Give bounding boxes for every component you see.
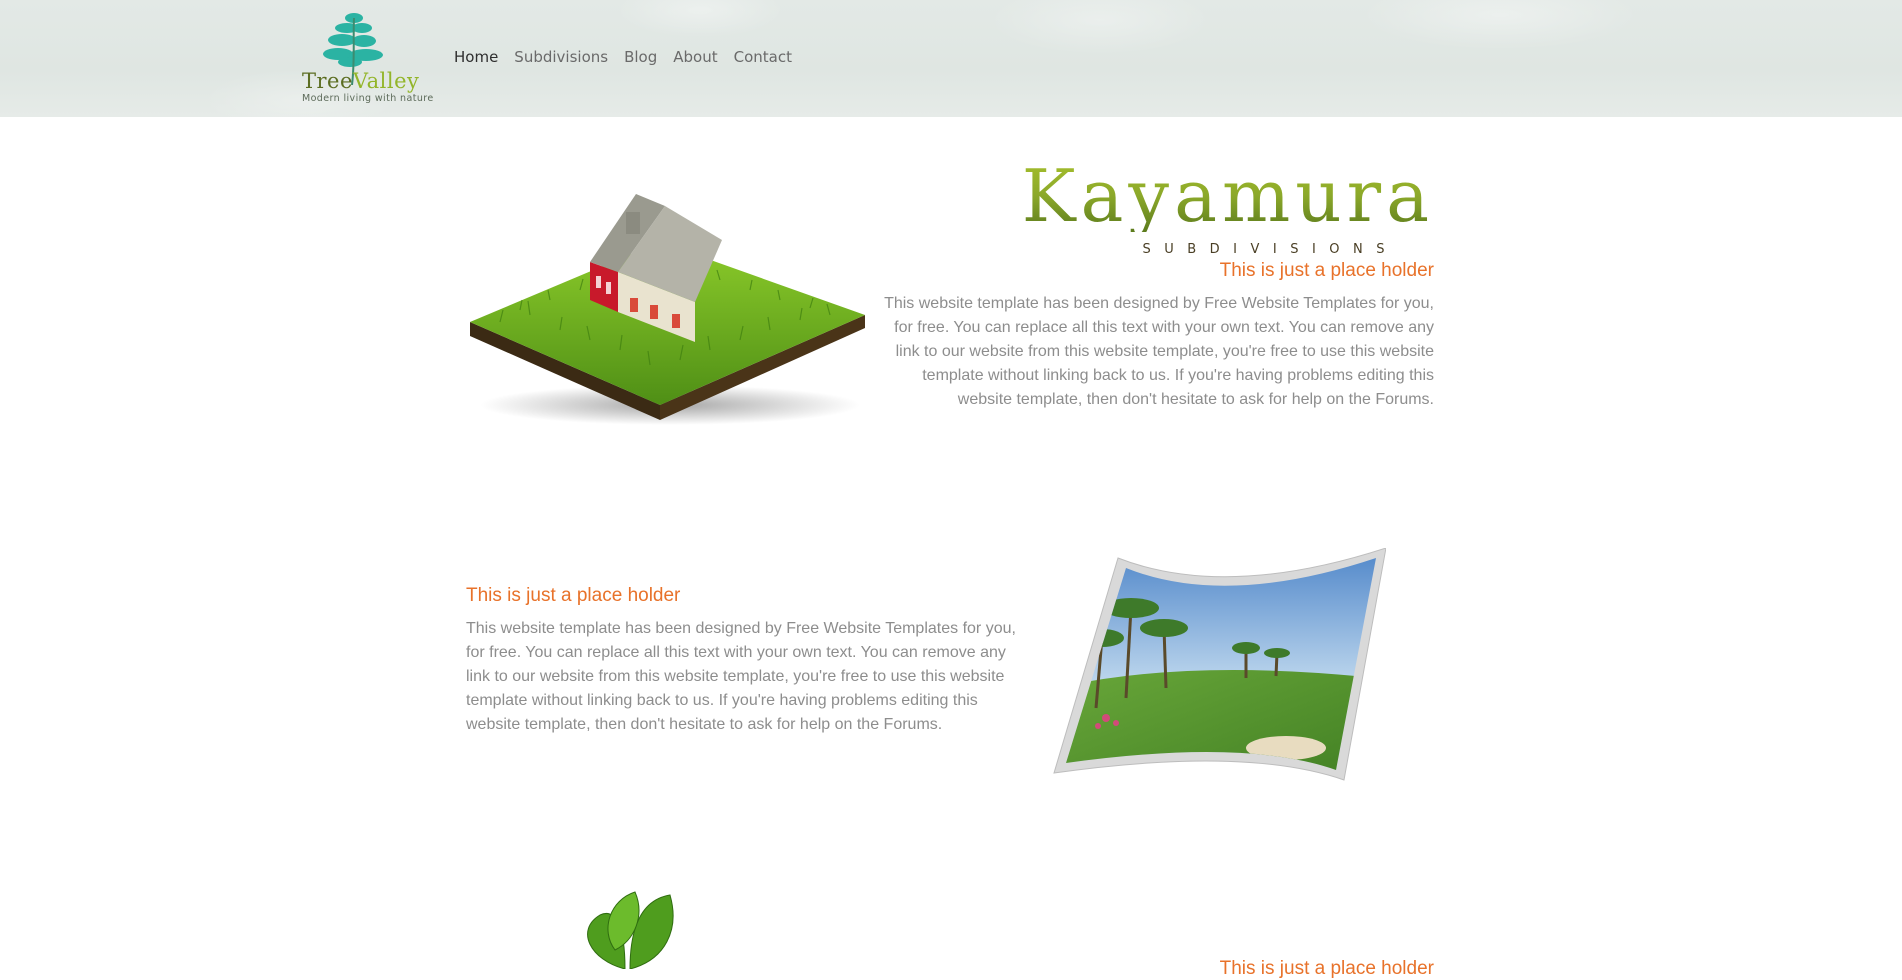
nav-contact[interactable]: Contact [734, 48, 792, 66]
nav-about[interactable]: About [673, 48, 717, 66]
logo-word-valley: Valley [352, 69, 420, 93]
hero-heading: This is just a place holder [1219, 260, 1434, 281]
section-2-heading: This is just a place holder [466, 585, 681, 606]
main-nav: Home Subdivisions Blog About Contact [454, 48, 792, 66]
brand-title: Kayamura [1021, 154, 1434, 238]
golf-course-photo [1053, 548, 1386, 781]
section-2-text: This website template has been designed … [466, 620, 1016, 733]
section-3-heading: This is just a place holder [1219, 958, 1434, 979]
nav-home[interactable]: Home [454, 48, 498, 66]
green-leaf-image [587, 891, 674, 969]
house-on-grass-image [470, 194, 865, 425]
logo-wordmark: TreeValley [302, 69, 419, 93]
nav-subdivisions[interactable]: Subdivisions [514, 48, 608, 66]
logo-tagline: Modern living with nature [302, 93, 434, 104]
site-header: TreeValley Modern living with nature Hom… [0, 0, 1902, 117]
brand-subtitle: SUBDIVISIONS [1142, 242, 1398, 257]
site-logo[interactable]: TreeValley Modern living with nature [300, 10, 435, 106]
kayamura-brand: Kayamura SUBDIVISIONS [1021, 154, 1434, 257]
logo-word-tree: Tree [302, 69, 353, 93]
nav-blog[interactable]: Blog [624, 48, 657, 66]
hero-text: This website template has been designed … [884, 295, 1434, 408]
